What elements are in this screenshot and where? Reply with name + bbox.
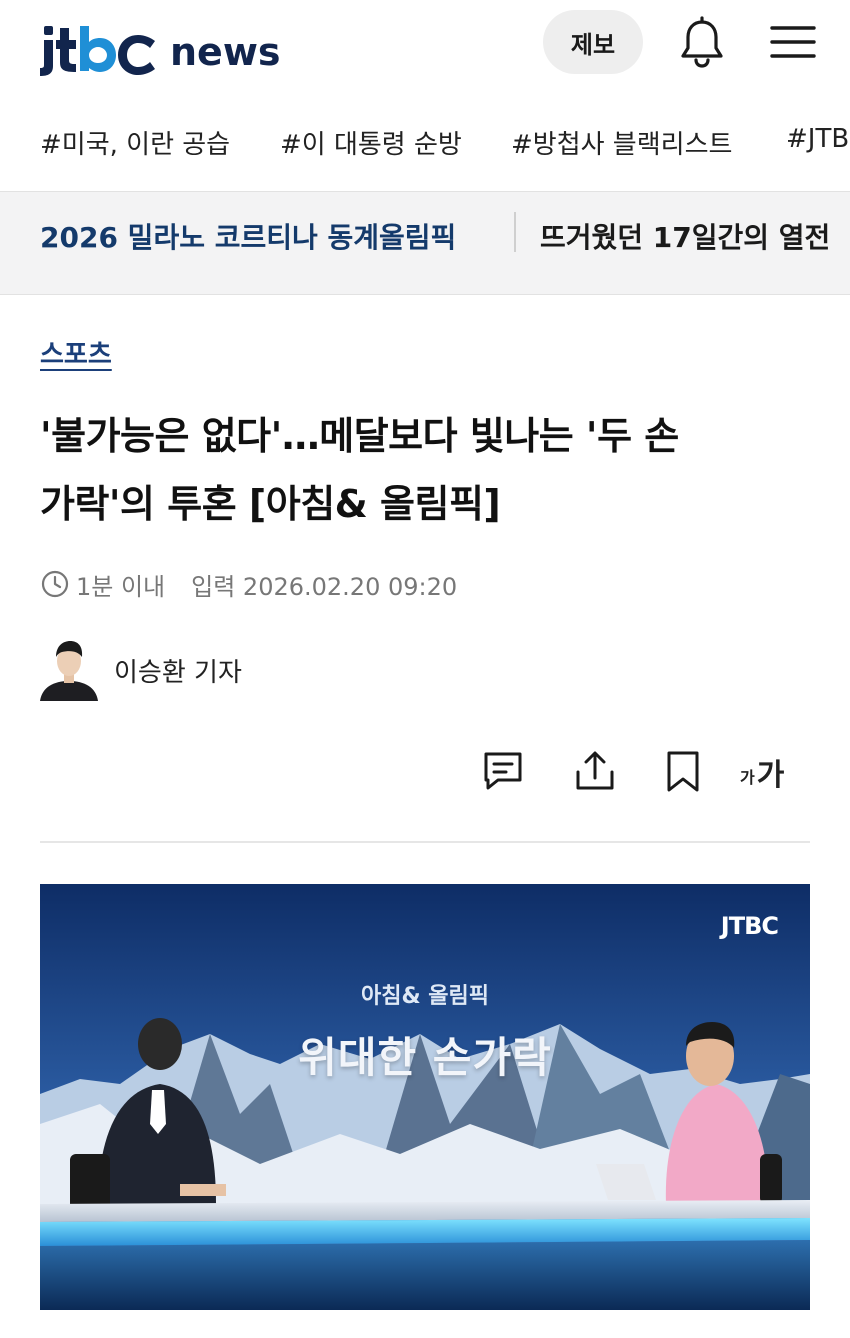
headline-line-2: 가락'의 투혼 [아침& 올림픽] [40,482,501,526]
avatar[interactable] [40,639,98,701]
bell-icon[interactable] [676,16,728,70]
logo-news-text: news [170,30,281,74]
menu-icon[interactable] [768,20,818,64]
headline-line-1: '불가능은 없다'…메달보다 빛나는 '두 손 [40,414,679,458]
bookmark-icon[interactable] [660,748,706,794]
segment-caption: 위대한 손가락 [298,1033,552,1082]
jtbc-logo-mark [40,26,155,76]
comment-icon[interactable] [480,748,526,794]
section-divider [40,841,810,843]
jtbc-news-logo[interactable]: news [40,14,281,78]
hashtag-link[interactable]: #방첩사 블랙리스트 [511,124,732,161]
video-overlay: JTBC 아침& 올림픽 위대한 손가락 [40,884,810,1310]
hashtag-link[interactable]: #미국, 이란 공습 [40,124,230,161]
font-size-large: 가 [756,758,785,793]
article-video[interactable]: JTBC 아침& 올림픽 위대한 손가락 [40,884,810,1310]
event-banner[interactable]: 2026 밀라노 코르티나 동계올림픽 뜨거웠던 17일간의 열전 [0,192,850,295]
published-date: 입력 2026.02.20 09:20 [191,572,458,601]
read-time: 1분 이내 [76,572,166,601]
hashtag-link[interactable]: #이 대통령 순방 [280,124,462,161]
article-headline: '불가능은 없다'…메달보다 빛나는 '두 손 가락'의 투혼 [아침& 올림픽… [40,402,820,538]
banner-title[interactable]: 2026 밀라노 코르티나 동계올림픽 [40,216,456,256]
reporter-byline[interactable]: 이승환 기자 [40,638,242,702]
program-name: 아침& 올림픽 [360,984,490,1009]
hashtag-nav: #미국, 이란 공습 #이 대통령 순방 #방첩사 블랙리스트 #JTBC [0,96,850,192]
share-icon[interactable] [572,748,618,794]
report-button[interactable]: 제보 [543,10,643,74]
font-size-icon[interactable]: 가 가 [740,748,800,794]
clock-icon [41,570,69,598]
reporter-name[interactable]: 이승환 기자 [114,652,242,689]
article-meta: 1분 이내 입력 2026.02.20 09:20 [40,566,457,602]
broadcaster-logo: JTBC [720,912,779,940]
header: news 제보 [0,0,850,96]
banner-subtitle[interactable]: 뜨거웠던 17일간의 열전 [540,216,830,256]
font-size-small: 가 [740,768,755,787]
hashtag-link[interactable]: #JTBC [786,124,850,154]
article-toolbar: 가 가 [0,748,850,802]
article-category[interactable]: 스포츠 [40,334,112,371]
banner-divider [514,212,516,252]
